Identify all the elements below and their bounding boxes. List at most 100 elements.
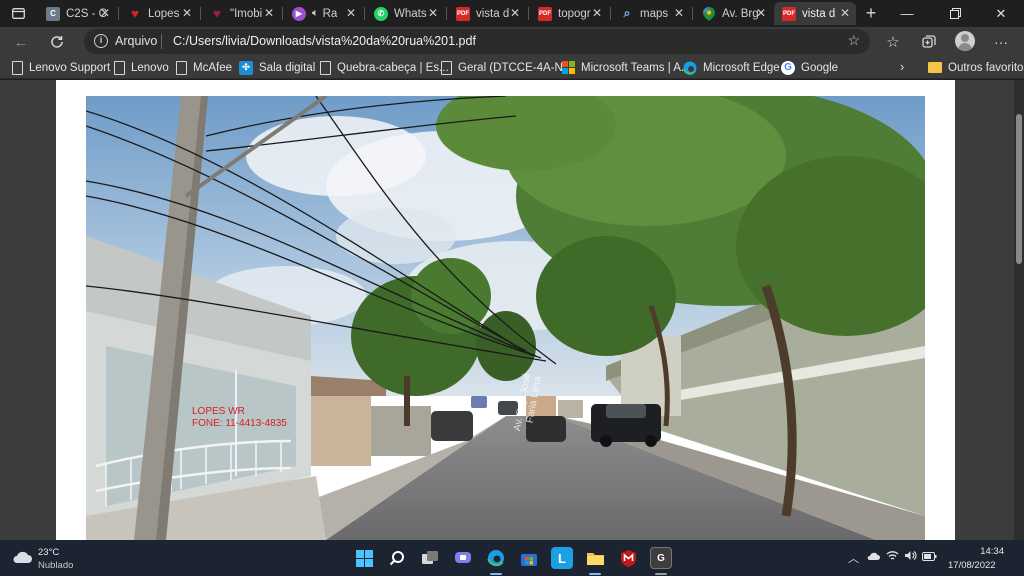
- pdf-viewer[interactable]: LOPES WR FONE: 11-4413-4835 Av. Brg. Jos…: [0, 80, 1024, 540]
- volume-icon[interactable]: [904, 550, 917, 564]
- close-icon[interactable]: ✕: [674, 6, 684, 20]
- add-favorite-star-icon[interactable]: ☆: [847, 32, 860, 49]
- tab-c2s[interactable]: C C2S - C ✕: [38, 2, 116, 25]
- bookmark-microsoft-edge[interactable]: Microsoft Edge: [683, 59, 780, 76]
- scrollbar-thumb[interactable]: [1016, 114, 1022, 264]
- task-view-icon[interactable]: [419, 547, 441, 569]
- minimize-icon[interactable]: —: [884, 0, 930, 27]
- onedrive-cloud-icon[interactable]: [866, 550, 880, 564]
- tab-maps[interactable]: Av. Brg ✕: [694, 2, 772, 25]
- watermark-stamp: LOPES WR FONE: 11-4413-4835: [192, 406, 287, 430]
- page-icon: [441, 60, 452, 75]
- bookmark-mcafee[interactable]: McAfee: [176, 59, 232, 76]
- bookmark-quebra-cabeca[interactable]: Quebra-cabeça | Es...: [320, 59, 449, 76]
- wifi-icon[interactable]: [886, 550, 899, 564]
- scrollbar[interactable]: [1014, 80, 1024, 540]
- bookmark-lenovo[interactable]: Lenovo: [114, 59, 169, 76]
- app-g-icon[interactable]: G: [650, 547, 672, 569]
- clock-date[interactable]: 17/08/2022: [948, 560, 996, 571]
- tab-whatsapp[interactable]: ✆ Whats ✕: [366, 2, 444, 25]
- bookmark-label: Geral (DTCCE-4A-N...: [458, 61, 573, 74]
- info-icon[interactable]: i: [94, 34, 108, 48]
- pdf-icon: PDF: [538, 6, 552, 21]
- close-icon[interactable]: ✕: [264, 6, 274, 20]
- edge-icon[interactable]: [485, 547, 507, 569]
- clock-time[interactable]: 14:34: [970, 546, 1004, 557]
- close-icon[interactable]: ✕: [182, 6, 192, 20]
- bookmark-label: Lenovo: [131, 61, 169, 74]
- tab-vista-active[interactable]: PDF vista d ✕: [774, 2, 856, 25]
- pdf-icon: PDF: [782, 6, 796, 21]
- collections-icon[interactable]: [918, 31, 940, 53]
- chevron-right-icon[interactable]: ›: [900, 59, 904, 74]
- page-icon: [114, 60, 125, 75]
- close-icon[interactable]: ✕: [592, 6, 602, 20]
- tab-strip: C C2S - C ✕ ♥ Lopes ✕ ♥ "Imobi ✕ ▶ 🔈︎ Ra…: [0, 0, 1024, 27]
- close-icon[interactable]: ✕: [756, 6, 766, 20]
- speaker-icon[interactable]: 🔈︎: [312, 7, 319, 20]
- bookmark-geral[interactable]: Geral (DTCCE-4A-N...: [441, 59, 572, 76]
- active-app-indicator: [589, 573, 601, 575]
- weather-description[interactable]: Nublado: [38, 560, 73, 571]
- page-icon: [176, 60, 187, 75]
- pdf-icon: PDF: [456, 6, 470, 21]
- tab-actions-icon[interactable]: [4, 0, 32, 27]
- bookmark-label: Sala digital: [259, 61, 316, 74]
- more-menu-icon[interactable]: ···: [990, 31, 1012, 53]
- tab-imobi[interactable]: ♥ "Imobi ✕: [202, 2, 280, 25]
- bookmark-microsoft-teams[interactable]: Microsoft Teams | A...: [561, 59, 691, 76]
- folder-icon: [928, 61, 942, 75]
- tab-radio[interactable]: ▶ 🔈︎ Ra ✕: [284, 2, 362, 25]
- profile-avatar[interactable]: [955, 31, 975, 51]
- maps-pin-icon: [702, 6, 716, 21]
- weather-temperature[interactable]: 23°C: [38, 547, 59, 558]
- microsoft-icon: [561, 61, 575, 75]
- bookmark-folder-outros[interactable]: Outros favoritos: [928, 59, 1024, 76]
- page-icon: [12, 60, 23, 75]
- address-url[interactable]: C:/Users/livia/Downloads/vista%20da%20ru…: [173, 34, 476, 48]
- battery-icon[interactable]: [922, 550, 937, 564]
- close-icon[interactable]: ✕: [840, 6, 850, 20]
- restore-icon[interactable]: [932, 0, 978, 27]
- tab-topografia[interactable]: PDF topogr ✕: [530, 2, 608, 25]
- bookmark-label: McAfee: [193, 61, 232, 74]
- close-icon[interactable]: ✕: [510, 6, 520, 20]
- refresh-icon[interactable]: [46, 31, 68, 53]
- street-view-photo: [86, 96, 925, 540]
- tab-vista-1[interactable]: PDF vista d ✕: [448, 2, 526, 25]
- bookmark-label: Microsoft Teams | A...: [581, 61, 691, 74]
- tab-lopes[interactable]: ♥ Lopes ✕: [120, 2, 198, 25]
- google-icon: G: [781, 60, 795, 75]
- address-bar[interactable]: i Arquivo C:/Users/livia/Downloads/vista…: [84, 29, 870, 54]
- bookmark-lenovo-support[interactable]: Lenovo Support: [12, 59, 110, 76]
- new-tab-button[interactable]: +: [860, 2, 882, 25]
- bookmark-sala-digital[interactable]: ✣ Sala digital: [239, 59, 315, 76]
- back-arrow-icon[interactable]: ←: [10, 31, 32, 53]
- bookmark-google[interactable]: G Google: [781, 59, 838, 76]
- sala-digital-icon: ✣: [239, 60, 253, 75]
- cloud-icon[interactable]: [12, 550, 32, 564]
- store-icon[interactable]: [518, 547, 540, 569]
- media-icon: ▶: [292, 6, 306, 21]
- favorites-icon[interactable]: ☆: [882, 31, 904, 53]
- heart-icon: ♥: [213, 6, 221, 21]
- tab-maps-search[interactable]: ⌕ maps ✕: [612, 2, 690, 25]
- chevron-up-icon[interactable]: ︿: [848, 550, 859, 566]
- search-icon[interactable]: [386, 547, 408, 569]
- page-icon: [320, 60, 331, 75]
- stamp-line-1: LOPES WR: [192, 406, 245, 417]
- chat-icon[interactable]: [452, 547, 474, 569]
- active-app-indicator: [490, 573, 502, 575]
- file-explorer-icon[interactable]: [584, 547, 606, 569]
- whatsapp-icon: ✆: [374, 6, 388, 21]
- close-icon[interactable]: ✕: [346, 6, 356, 20]
- bookmark-label: Google: [801, 61, 839, 74]
- close-icon[interactable]: ✕: [100, 6, 110, 20]
- lenovo-l-icon[interactable]: L: [551, 547, 573, 569]
- mcafee-icon[interactable]: [617, 547, 639, 569]
- windows-start-icon[interactable]: [353, 547, 375, 569]
- open-app-indicator: [655, 573, 667, 575]
- tab-title: Ra: [322, 7, 338, 20]
- close-icon[interactable]: ✕: [428, 6, 438, 20]
- close-window-icon[interactable]: ✕: [978, 0, 1024, 27]
